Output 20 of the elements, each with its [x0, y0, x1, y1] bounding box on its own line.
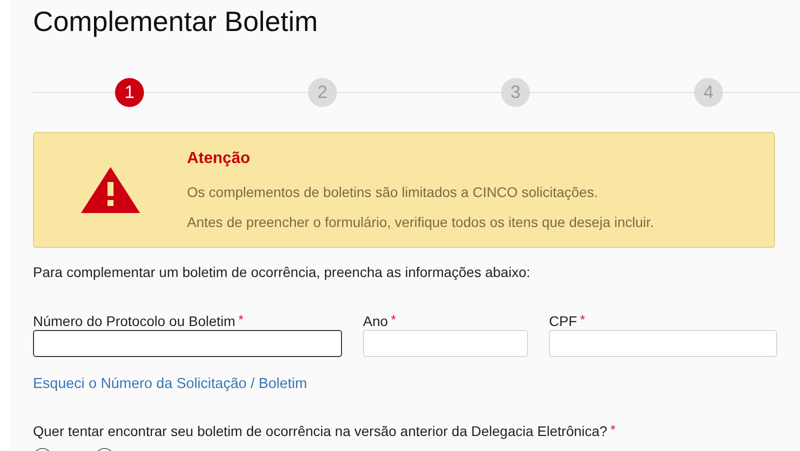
field-label: Número do Protocolo ou Boletim [33, 313, 236, 329]
required-mark: * [238, 312, 244, 327]
instruction-text: Para complementar um boletim de ocorrência, preencha as informações abaixo: [33, 263, 532, 282]
alert-text: Antes de preencher o formulário, verifique todos os itens que deseja incluir. [187, 213, 654, 231]
field-label: Ano [363, 313, 388, 329]
alert-text: Os complementos de boletins são limitados a CINCO solicitações. [187, 183, 599, 201]
required-mark: * [580, 312, 586, 327]
page-title: Complementar Boletim [33, 5, 319, 39]
step-indicator: 4 [694, 78, 723, 107]
required-mark: * [390, 312, 396, 327]
step-indicator: 1 [115, 78, 144, 107]
forgot-number-link[interactable]: Esqueci o Número da Solicitação / Boletim [33, 374, 308, 396]
step-indicator: 3 [501, 78, 530, 107]
alert-title: Atenção [187, 149, 252, 169]
question-text: Quer tentar encontrar seu boletim de ocorrência na versão anterior da Delegacia Eletrônica? [33, 422, 608, 439]
field-label: CPF [549, 313, 577, 329]
input-field[interactable] [33, 330, 342, 357]
required-mark: * [610, 422, 616, 437]
step-indicator: 2 [308, 78, 337, 107]
warning-icon [81, 167, 140, 213]
